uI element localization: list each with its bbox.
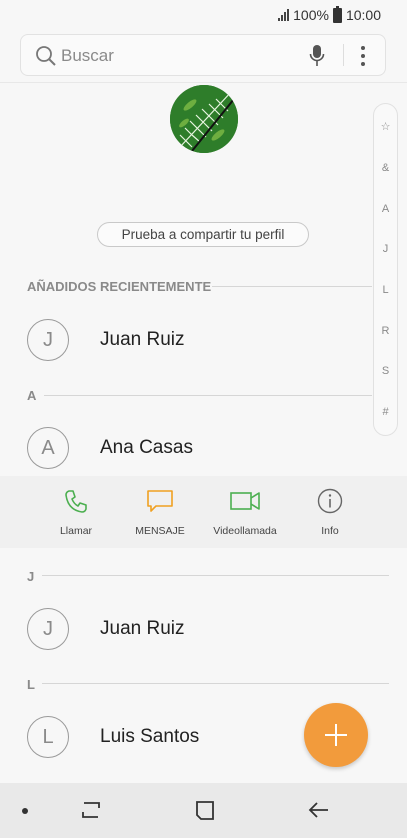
contact-actions-bar: Llamar MENSAJE Videollamada Info <box>0 476 407 548</box>
video-camera-icon <box>230 492 260 510</box>
contact-row[interactable]: J Juan Ruiz <box>0 311 370 371</box>
status-bar: 100% 10:00 <box>0 0 407 30</box>
contact-avatar: L <box>27 716 69 758</box>
contact-avatar: J <box>27 608 69 650</box>
index-ampersand[interactable]: & <box>374 162 397 174</box>
call-label: Llamar <box>59 525 93 537</box>
header-divider <box>0 82 407 83</box>
navbar-dot-icon[interactable] <box>22 808 28 814</box>
profile-picture[interactable] <box>170 85 238 153</box>
add-contact-button[interactable] <box>304 703 368 767</box>
clock: 10:00 <box>345 7 381 23</box>
info-icon <box>317 488 343 514</box>
battery-percent: 100% <box>293 7 329 23</box>
section-divider <box>42 575 389 576</box>
fern-image <box>170 85 238 153</box>
contact-name: Ana Casas <box>100 437 193 458</box>
message-label: MENSAJE <box>135 525 185 537</box>
search-input[interactable]: Buscar <box>61 46 114 66</box>
section-header-j: J <box>27 569 35 584</box>
search-separator <box>343 44 344 66</box>
index-l[interactable]: L <box>374 284 397 296</box>
info-label: Info <box>321 525 339 537</box>
call-action[interactable]: Llamar <box>36 488 116 537</box>
more-options-icon[interactable] <box>359 45 367 67</box>
info-action[interactable]: Info <box>290 488 370 537</box>
signal-icon <box>278 9 290 21</box>
video-call-action[interactable]: Videollamada <box>205 488 285 537</box>
share-profile-button[interactable]: Prueba a compartir tu perfil <box>97 222 309 247</box>
contact-name: Juan Ruiz <box>100 329 185 350</box>
contact-name: Juan Ruiz <box>100 618 185 639</box>
home-icon[interactable] <box>195 800 215 821</box>
section-header-l: L <box>27 677 35 692</box>
index-r[interactable]: R <box>374 325 397 337</box>
index-a[interactable]: A <box>374 203 397 215</box>
index-star[interactable]: ☆ <box>374 120 397 133</box>
section-divider <box>42 683 389 684</box>
index-j[interactable]: J <box>374 243 397 255</box>
message-icon <box>147 490 173 512</box>
search-icon <box>36 46 56 66</box>
message-action[interactable]: MENSAJE <box>120 488 200 537</box>
section-divider <box>44 395 372 396</box>
index-s[interactable]: S <box>374 365 397 377</box>
recent-apps-icon[interactable] <box>80 800 102 820</box>
phone-icon <box>65 490 87 513</box>
microphone-icon[interactable] <box>309 44 325 68</box>
battery-icon <box>332 5 342 23</box>
section-divider <box>212 286 372 287</box>
navigation-bar <box>0 783 407 838</box>
back-icon[interactable] <box>308 801 330 819</box>
alphabet-index-bar[interactable]: ☆ & A J L R S # <box>373 103 398 436</box>
contact-avatar: J <box>27 319 69 361</box>
contact-row[interactable]: J Juan Ruiz <box>0 600 370 660</box>
contact-avatar: A <box>27 427 69 469</box>
search-bar[interactable]: Buscar <box>20 34 386 76</box>
section-header-a: A <box>27 388 37 403</box>
section-recently-added: AÑADIDOS RECIENTEMENTE <box>27 279 212 294</box>
contact-row[interactable]: A Ana Casas <box>0 419 370 479</box>
video-call-label: Videollamada <box>213 525 277 537</box>
contact-name: Luis Santos <box>100 726 200 747</box>
index-hash[interactable]: # <box>374 406 397 418</box>
